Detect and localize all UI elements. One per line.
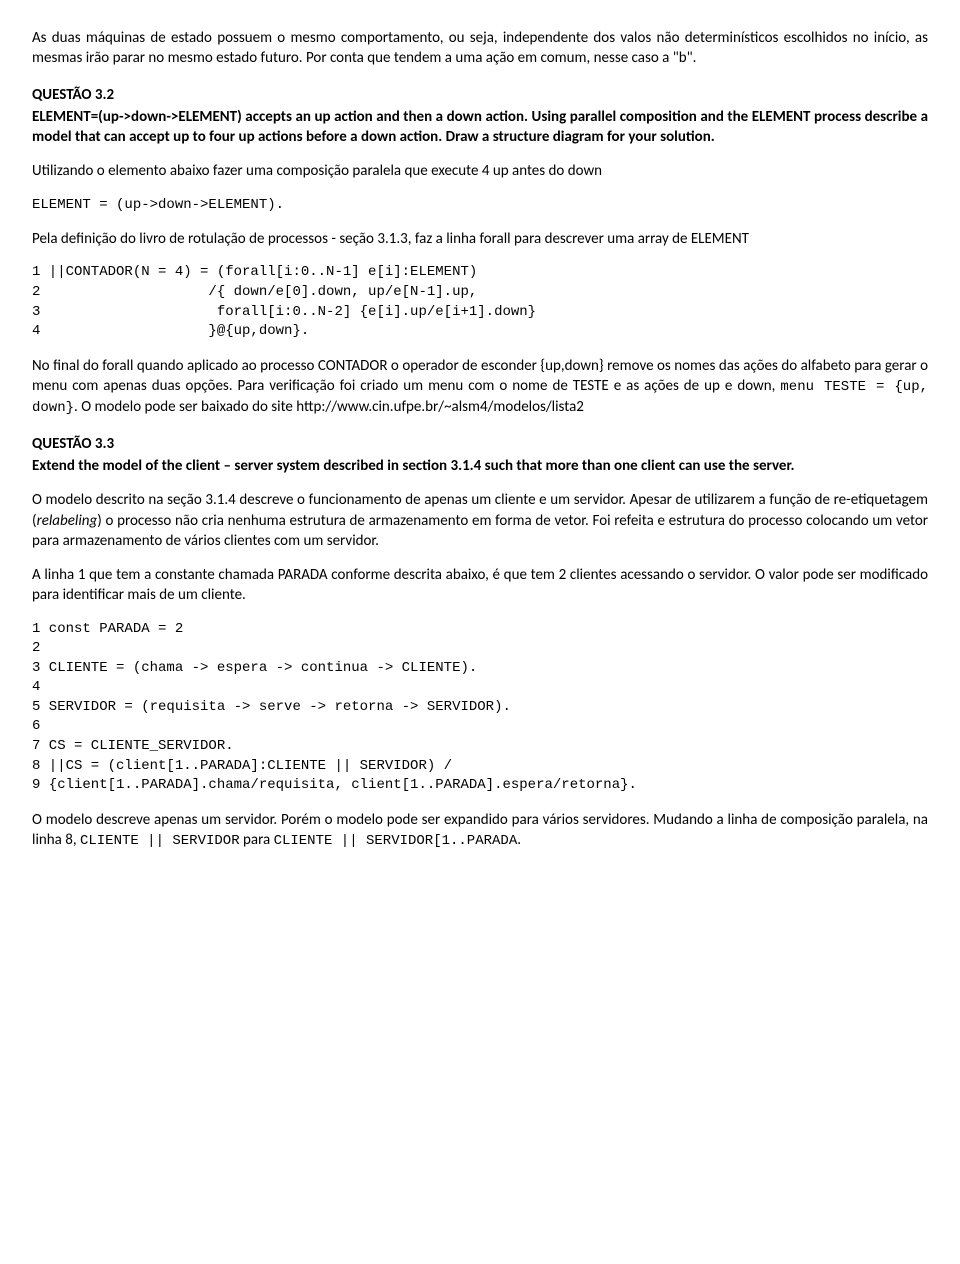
text-fragment: para: [240, 831, 274, 849]
inline-code: CLIENTE || SERVIDOR: [80, 833, 240, 849]
text-fragment: ) o processo não cria nenhuma estrutura …: [32, 512, 928, 550]
q33-paragraph-1: O modelo descrito na seção 3.1.4 descrev…: [32, 490, 928, 551]
q32-paragraph-2: Pela definição do livro de rotulação de …: [32, 229, 928, 249]
q33-paragraph-2: A linha 1 que tem a constante chamada PA…: [32, 565, 928, 606]
q32-heading: QUESTÃO 3.2: [32, 85, 928, 105]
code-line: 8 ||CS = (client[1..PARADA]:CLIENTE || S…: [32, 758, 452, 774]
code-line: 5 SERVIDOR = (requisita -> serve -> reto…: [32, 699, 511, 715]
code-line: 9 {client[1..PARADA].chama/requisita, cl…: [32, 777, 637, 793]
q33-heading: QUESTÃO 3.3: [32, 434, 928, 454]
text-fragment: . O modelo pode ser baixado do site http…: [74, 398, 584, 416]
code-line: 4 }@{up,down}.: [32, 323, 309, 339]
code-line: 1 const PARADA = 2: [32, 621, 183, 637]
q32-paragraph-3: No final do forall quando aplicado ao pr…: [32, 356, 928, 418]
code-line: 7 CS = CLIENTE_SERVIDOR.: [32, 738, 234, 754]
q33-code-block: 1 const PARADA = 2 2 3 CLIENTE = (chama …: [32, 620, 928, 796]
code-line: 4: [32, 679, 40, 695]
intro-paragraph: As duas máquinas de estado possuem o mes…: [32, 28, 928, 69]
italic-term: relabeling: [37, 512, 98, 530]
text-fragment: .: [517, 831, 521, 849]
q32-code-block-1: ELEMENT = (up->down->ELEMENT).: [32, 196, 928, 216]
code-line: 1 ||CONTADOR(N = 4) = (forall[i:0..N-1] …: [32, 264, 477, 280]
code-line: 2: [32, 640, 40, 656]
q33-paragraph-3: O modelo descreve apenas um servidor. Po…: [32, 810, 928, 851]
q32-paragraph-1: Utilizando o elemento abaixo fazer uma c…: [32, 161, 928, 181]
code-line: 6: [32, 718, 40, 734]
q33-question: Extend the model of the client – server …: [32, 456, 928, 476]
code-line: 3 CLIENTE = (chama -> espera -> continua…: [32, 660, 477, 676]
code-line: 2 /{ down/e[0].down, up/e[N-1].up,: [32, 284, 477, 300]
q32-question: ELEMENT=(up->down->ELEMENT) accepts an u…: [32, 107, 928, 148]
inline-code: CLIENTE || SERVIDOR[1..PARADA: [274, 833, 518, 849]
code-line: 3 forall[i:0..N-2] {e[i].up/e[i+1].down}: [32, 304, 536, 320]
q32-code-block-2: 1 ||CONTADOR(N = 4) = (forall[i:0..N-1] …: [32, 263, 928, 341]
